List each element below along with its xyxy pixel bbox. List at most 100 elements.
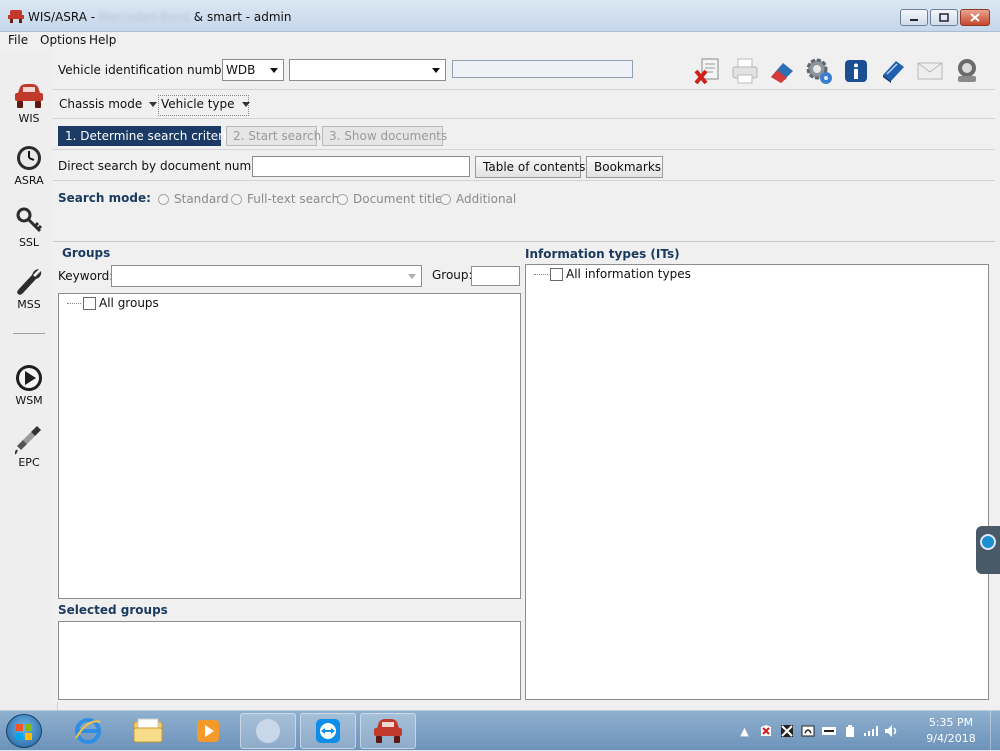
sidebar-divider [13,333,45,334]
minimize-button[interactable] [900,9,928,26]
sidebar-item-wsm[interactable]: WSM [0,360,58,407]
radio-label: Standard [174,192,229,206]
car-icon [374,719,402,743]
app-window: WIS/ASRA - Mercedes-Benz & smart - admin… [0,0,1000,710]
radio-icon [440,193,451,205]
keyboard-icon[interactable] [819,723,838,739]
toolbar [689,54,985,88]
tree-item-all-info-types[interactable]: All information types [534,267,691,281]
taskbar-media-player[interactable] [180,713,236,749]
radio-icon [158,193,169,205]
clock[interactable]: 5:35 PM 9/4/2018 [920,715,982,747]
maximize-icon [939,13,949,22]
selected-groups-title: Selected groups [58,603,168,617]
info-types-tree[interactable]: All information types [525,264,989,700]
bookmarks-button[interactable]: Bookmarks [586,156,663,178]
remote-control-tab[interactable] [976,526,1000,574]
signal-icon[interactable] [861,723,880,739]
tree-item-label: All information types [566,267,691,281]
search-mode-row: Search mode: Standard Full-text search D… [53,182,995,242]
menu-help[interactable]: Help [89,33,116,47]
sidebar-item-mss[interactable]: MSS [0,264,58,311]
direct-search-row: Direct search by document number: Table … [53,151,995,181]
checkbox-icon[interactable] [83,296,96,310]
start-button[interactable] [6,714,42,748]
taskbar-wis[interactable] [360,713,416,749]
taskbar-explorer[interactable] [120,713,176,749]
action-center-icon[interactable] [756,723,775,739]
vin-label: Vehicle identification number [58,63,234,77]
network-button[interactable] [948,54,985,88]
internet-explorer-icon [75,718,101,744]
display-icon[interactable] [798,723,817,739]
vehicle-type-dropdown[interactable]: Vehicle type [161,97,250,111]
search-mode-standard[interactable]: Standard [158,192,229,206]
tree-connector [534,273,548,275]
chassis-mode-dropdown[interactable]: Chassis mode [59,97,158,111]
teamviewer-icon [980,534,996,550]
main-panel: Vehicle identification number WDB Chassi… [53,50,995,702]
tree-item-all-groups[interactable]: All groups [67,296,159,310]
tree-item-label: All groups [99,296,159,310]
search-mode-document-title[interactable]: Document title [337,192,442,206]
search-mode-additional[interactable]: Additional [440,192,516,206]
taskbar-teamviewer[interactable] [300,713,356,749]
groups-tree[interactable]: All groups [58,293,521,599]
delete-document-icon [693,58,718,85]
print-icon [732,58,757,84]
radio-icon [337,193,348,205]
menu-options[interactable]: Options [40,33,86,47]
sidebar-label: SSL [18,236,40,249]
vin-info-field[interactable] [452,60,633,78]
sidebar-item-epc[interactable]: EPC [0,422,58,469]
selected-groups-list[interactable] [58,621,521,700]
info-button[interactable] [837,54,874,88]
sidebar-item-wis[interactable]: WIS [0,78,58,125]
direct-search-label: Direct search by document number: [58,159,275,173]
volume-icon[interactable] [882,723,901,739]
sidebar-label: WIS [18,112,40,125]
tree-connector [67,302,81,304]
search-mode-full-text[interactable]: Full-text search [231,192,339,206]
table-of-contents-button[interactable]: Table of contents [475,156,585,178]
mail-button[interactable] [911,54,948,88]
show-hidden-icons[interactable]: ▲ [735,723,754,739]
power-icon[interactable] [840,723,859,739]
delete-document-button[interactable] [689,54,726,88]
vin-row: Vehicle identification number WDB [53,50,995,90]
checkbox-icon[interactable] [550,267,563,281]
step-show-documents[interactable]: 3. Show documents [322,126,447,146]
vin-prefix-select[interactable]: WDB [222,59,284,81]
settings-button[interactable] [800,54,837,88]
sidebar-item-ssl[interactable]: SSL [0,202,58,249]
title-bar: WIS/ASRA - Mercedes-Benz & smart - admin [0,0,1000,32]
menu-file[interactable]: File [8,33,28,47]
radio-label: Document title [353,192,443,206]
document-number-input[interactable] [252,156,470,177]
taskbar-blank-app[interactable] [240,713,296,749]
step-start-search[interactable]: 2. Start search [226,126,321,146]
folder-icon [133,718,163,743]
spark-plug-icon [15,426,41,455]
window-title: WIS/ASRA - Mercedes-Benz & smart - admin [28,10,292,24]
taskbar-ie[interactable] [60,713,116,749]
sidebar: WIS ASRA SSL MSS WSM EPC [0,50,58,710]
steps-row: 1. Determine search criteria 2. Start se… [53,120,995,150]
show-desktop-button[interactable] [990,711,1000,751]
step-determine-criteria[interactable]: 1. Determine search criteria [58,126,234,146]
vin-number-select[interactable] [289,59,446,81]
sidebar-item-asra[interactable]: ASRA [0,140,58,187]
network-disconnected-icon[interactable] [777,723,796,739]
close-button[interactable] [960,9,990,26]
info-types-title: Information types (ITs) [525,247,680,261]
mail-icon [917,62,942,80]
print-button[interactable] [726,54,763,88]
chevron-down-icon [408,274,416,279]
keyword-combo[interactable] [111,265,422,287]
book-button[interactable] [874,54,911,88]
group-input[interactable] [471,266,520,286]
mode-row: Chassis mode Vehicle type [53,91,995,119]
eraser-button[interactable] [763,54,800,88]
maximize-button[interactable] [930,9,958,26]
radio-label: Additional [456,192,517,206]
